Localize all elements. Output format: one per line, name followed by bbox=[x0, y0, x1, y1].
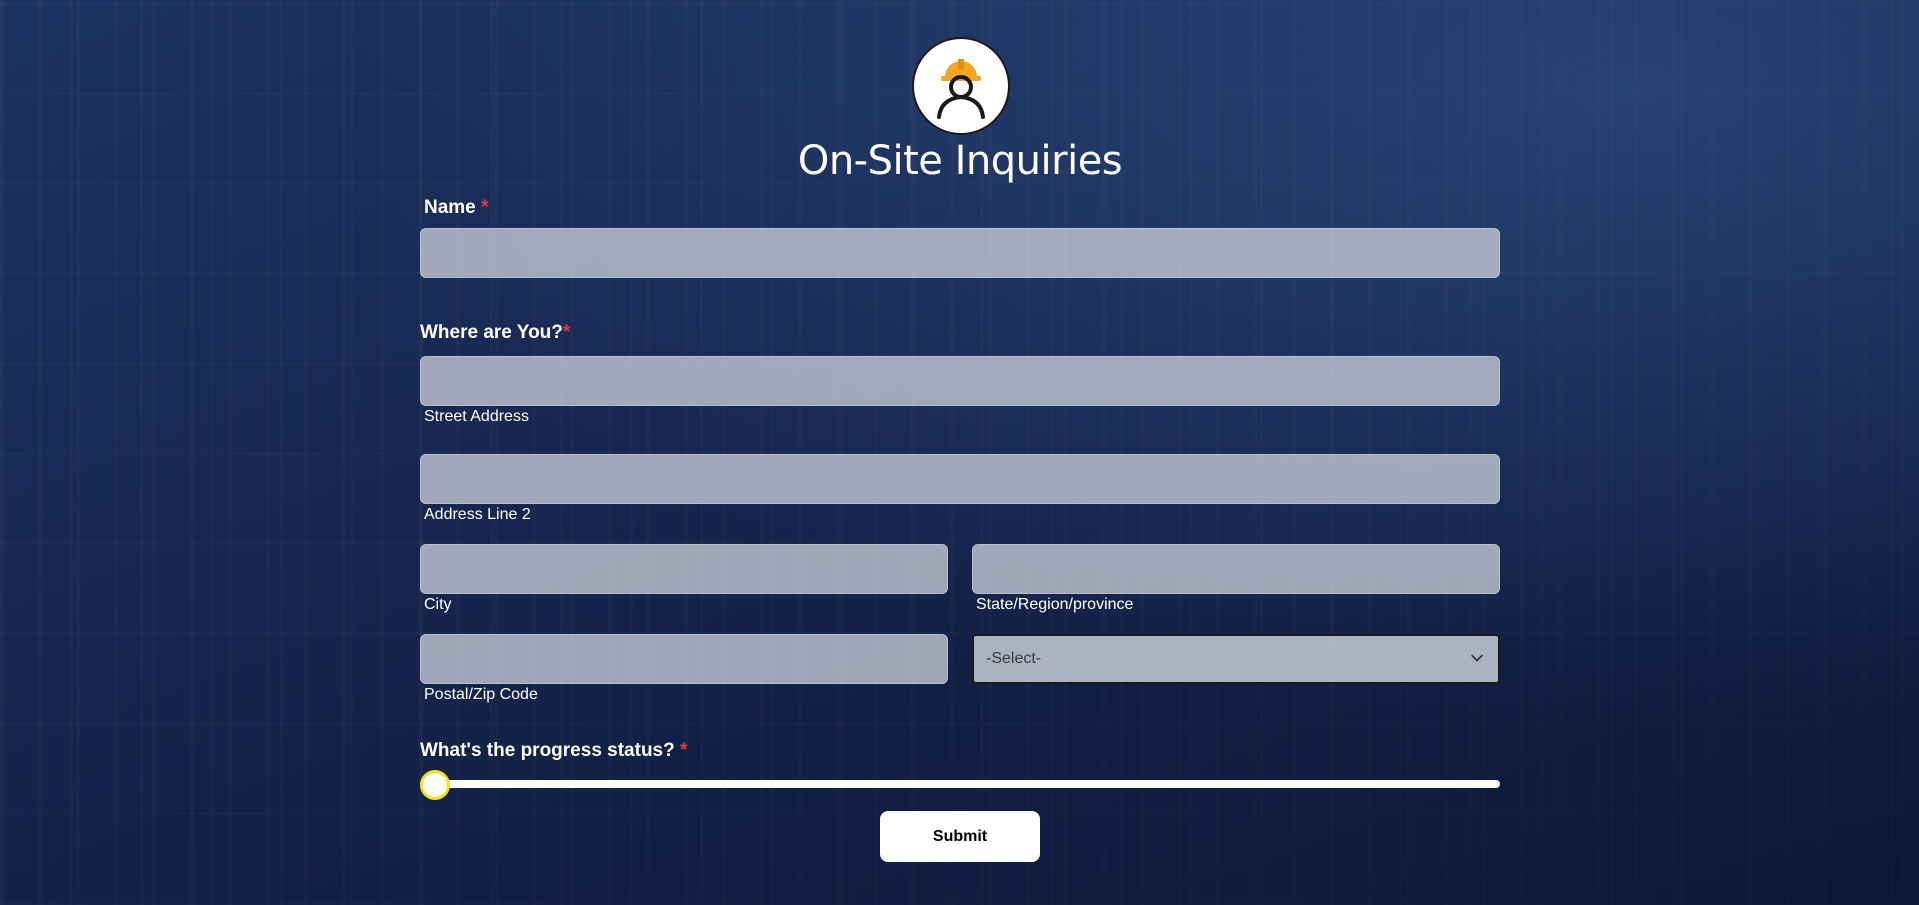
required-mark: * bbox=[562, 322, 571, 343]
chevron-down-icon bbox=[1471, 654, 1483, 662]
address-line-2-input[interactable] bbox=[420, 454, 1500, 504]
name-label-text: Name bbox=[424, 197, 476, 218]
required-mark: * bbox=[680, 740, 688, 761]
country-select[interactable]: -Select- bbox=[972, 634, 1500, 684]
name-label: Name * bbox=[424, 197, 488, 219]
progress-slider-thumb[interactable] bbox=[420, 770, 450, 800]
required-mark: * bbox=[481, 197, 489, 218]
progress-slider-track[interactable] bbox=[420, 780, 1500, 788]
avatar bbox=[912, 37, 1010, 135]
postal-code-sublabel: Postal/Zip Code bbox=[424, 686, 538, 703]
inquiry-form: On-Site Inquiries Name * Where are You?*… bbox=[420, 0, 1500, 905]
location-label: Where are You?* bbox=[420, 322, 570, 344]
postal-code-input[interactable] bbox=[420, 634, 948, 684]
city-input[interactable] bbox=[420, 544, 948, 594]
submit-button[interactable]: Submit bbox=[880, 811, 1040, 862]
country-select-value: -Select- bbox=[986, 650, 1042, 667]
location-label-text: Where are You? bbox=[420, 322, 563, 343]
address-line-2-sublabel: Address Line 2 bbox=[424, 506, 531, 523]
progress-label-text: What's the progress status? bbox=[420, 740, 675, 761]
name-input[interactable] bbox=[420, 228, 1500, 278]
page-title: On-Site Inquiries bbox=[797, 138, 1123, 184]
construction-worker-icon bbox=[937, 59, 985, 119]
city-sublabel: City bbox=[424, 596, 452, 613]
street-address-input[interactable] bbox=[420, 356, 1500, 406]
progress-label: What's the progress status? * bbox=[420, 740, 687, 762]
state-input[interactable] bbox=[972, 544, 1500, 594]
street-address-sublabel: Street Address bbox=[424, 408, 529, 425]
state-sublabel: State/Region/province bbox=[976, 596, 1134, 613]
